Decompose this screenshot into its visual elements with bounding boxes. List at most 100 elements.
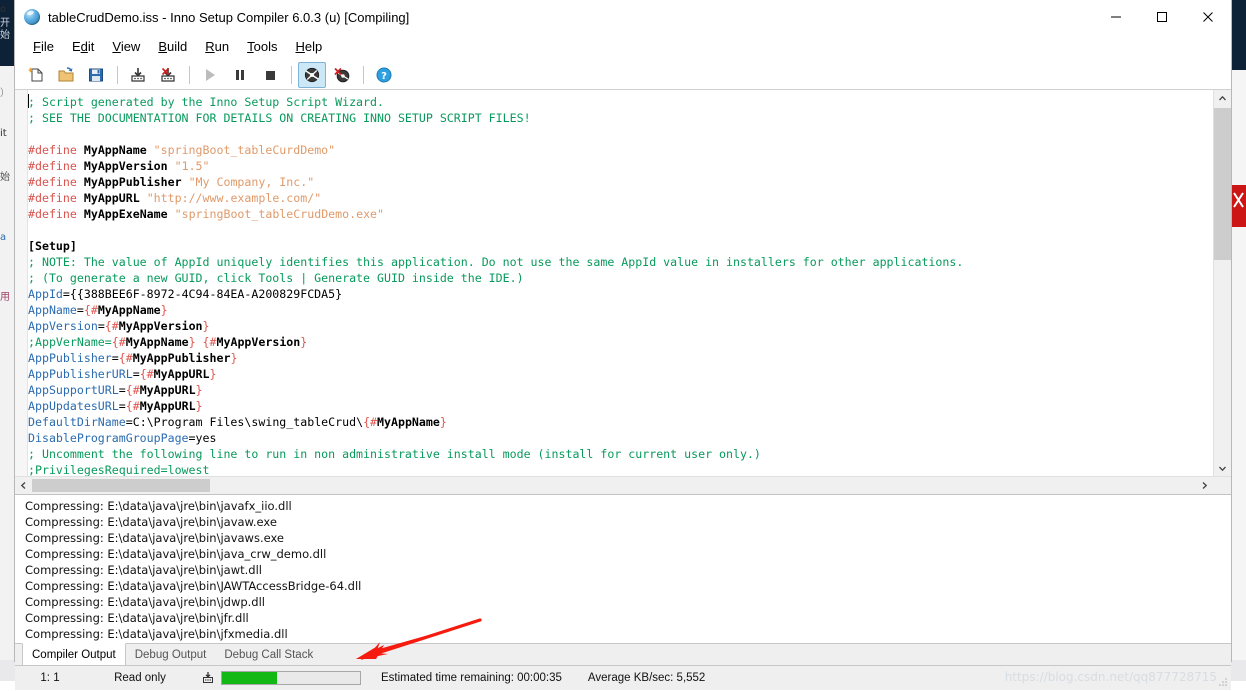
output-line: Compressing: E:\data\java\jre\bin\jawt.d… <box>25 563 262 577</box>
open-folder-icon[interactable] <box>52 62 80 88</box>
editor-code-content[interactable]: ; Script generated by the Inno Setup Scr… <box>28 94 1213 477</box>
menu-tools[interactable]: Tools <box>238 37 286 57</box>
code-line: #define MyAppName "springBoot_tableCurdD… <box>28 142 1213 158</box>
new-file-icon[interactable] <box>22 62 50 88</box>
code-token: {# <box>118 351 133 365</box>
menu-edit[interactable]: Edit <box>63 37 103 57</box>
code-token: {# <box>104 319 119 333</box>
code-token: "http://www.example.com/" <box>146 191 322 205</box>
stop-icon[interactable] <box>256 62 284 88</box>
scroll-down-icon[interactable] <box>1214 460 1231 477</box>
disc-compile-icon[interactable] <box>298 61 326 88</box>
help-icon[interactable]: ? <box>370 62 398 88</box>
pause-icon[interactable] <box>226 62 254 88</box>
code-token: = <box>97 319 105 333</box>
toolbar: ? <box>15 60 1231 90</box>
background-app-right-header <box>1232 0 1246 70</box>
code-token: = <box>132 367 140 381</box>
code-token: ={{388BEE6F-8972-4C94-84EA-A200829FCDA5} <box>62 287 343 301</box>
output-tab-strip: Compiler Output Debug Output Debug Call … <box>15 643 1231 665</box>
code-token: MyAppName <box>97 303 161 317</box>
code-token: DefaultDirName <box>28 415 126 429</box>
code-token: = <box>118 399 126 413</box>
code-line: ; SEE THE DOCUMENTATION FOR DETAILS ON C… <box>28 110 1213 126</box>
code-token: ; SEE THE DOCUMENTATION FOR DETAILS ON C… <box>28 111 531 125</box>
code-token: } <box>230 351 238 365</box>
scroll-left-icon[interactable] <box>15 477 32 494</box>
minimize-button[interactable] <box>1093 0 1139 34</box>
menu-build-label: uild <box>167 39 188 54</box>
compiler-output-panel[interactable]: Compressing: E:\data\java\jre\bin\javafx… <box>15 495 1231 643</box>
toolbar-separator <box>291 65 292 84</box>
code-token: MyAppName <box>76 143 154 157</box>
code-token: MyAppPublisher <box>132 351 231 365</box>
inno-setup-compiler-window: tableCrudDemo.iss - Inno Setup Compiler … <box>14 0 1232 690</box>
output-line: Compressing: E:\data\java\jre\bin\jdwp.d… <box>25 595 266 609</box>
code-token: {# <box>202 335 217 349</box>
toolbar-separator <box>363 65 364 84</box>
code-token: MyAppVersion <box>118 319 203 333</box>
code-token: MyAppURL <box>139 399 196 413</box>
tab-debug-output[interactable]: Debug Output <box>126 644 216 665</box>
editor-caret <box>28 94 29 108</box>
code-line: AppSupportURL={#MyAppURL} <box>28 382 1213 398</box>
code-token: ; NOTE: The value of AppId uniquely iden… <box>28 255 964 269</box>
menu-file[interactable]: File <box>24 37 63 57</box>
output-line: Compressing: E:\data\java\jre\bin\javaws… <box>25 531 285 545</box>
close-button[interactable] <box>1185 0 1231 34</box>
editor-vertical-scrollbar[interactable] <box>1213 90 1231 477</box>
background-app-red-marker <box>1232 185 1246 227</box>
code-line: AppUpdatesURL={#MyAppURL} <box>28 398 1213 414</box>
menu-build[interactable]: Build <box>149 37 196 57</box>
code-token: ; (To generate a new GUID, click Tools |… <box>28 271 524 285</box>
background-app-left-strip: o 开 始 ） it 始 a 用 <box>0 0 15 660</box>
maximize-button[interactable] <box>1139 0 1185 34</box>
disc-abort-icon[interactable] <box>328 62 356 88</box>
code-token: "springBoot_tableCurdDemo" <box>153 143 336 157</box>
code-token: } <box>195 399 203 413</box>
tab-debug-call-stack[interactable]: Debug Call Stack <box>215 644 322 665</box>
menu-help[interactable]: Help <box>286 37 331 57</box>
save-icon[interactable] <box>82 62 110 88</box>
code-token: #define <box>28 207 77 221</box>
stop-compile-icon[interactable] <box>154 62 182 88</box>
code-token: ;PrivilegesRequired=lowest <box>28 463 210 477</box>
scroll-up-icon[interactable] <box>1214 90 1231 107</box>
horizontal-scroll-thumb[interactable] <box>32 479 210 492</box>
compile-icon[interactable] <box>124 62 152 88</box>
code-line: #define MyAppPublisher "My Company, Inc.… <box>28 174 1213 190</box>
menu-view-label: iew <box>120 39 141 54</box>
code-line: DefaultDirName=C:\Program Files\swing_ta… <box>28 414 1213 430</box>
code-editor[interactable]: ; Script generated by the Inno Setup Scr… <box>15 90 1231 495</box>
output-line: Compressing: E:\data\java\jre\bin\javaw.… <box>25 515 277 529</box>
menu-tools-label: ools <box>253 39 278 54</box>
code-token: AppPublisher <box>28 351 112 365</box>
code-token: "My Company, Inc." <box>188 175 315 189</box>
cursor-position-indicator: 1: 1 <box>40 672 60 684</box>
progress-fill <box>222 672 278 684</box>
scroll-right-icon[interactable] <box>1196 477 1213 494</box>
code-token: "1.5" <box>174 159 210 173</box>
code-token: = <box>118 383 126 397</box>
tab-compiler-output[interactable]: Compiler Output <box>22 643 126 665</box>
output-line: Compressing: E:\data\java\jre\bin\javafx… <box>25 499 292 513</box>
code-token: {# <box>83 303 98 317</box>
code-token: {# <box>139 367 154 381</box>
code-line: AppId={{388BEE6F-8972-4C94-84EA-A200829F… <box>28 286 1213 302</box>
output-line: Compressing: E:\data\java\jre\bin\jfxweb… <box>25 642 1231 643</box>
menu-view[interactable]: View <box>103 37 149 57</box>
editor-horizontal-scrollbar[interactable] <box>15 476 1231 494</box>
resize-grip-icon[interactable] <box>1217 676 1229 688</box>
status-bar: 1: 1 Read only Estimated time remaining:… <box>15 665 1231 690</box>
code-line: DisableProgramGroupPage=yes <box>28 430 1213 446</box>
code-token: MyAppName <box>125 335 189 349</box>
code-token: AppVersion <box>28 319 98 333</box>
menu-run[interactable]: Run <box>196 37 238 57</box>
code-line: ; Script generated by the Inno Setup Scr… <box>28 94 1213 110</box>
code-token: MyAppExeName <box>76 207 175 221</box>
code-token: {# <box>363 415 378 429</box>
run-icon[interactable] <box>196 62 224 88</box>
vertical-scroll-thumb[interactable] <box>1214 108 1231 260</box>
